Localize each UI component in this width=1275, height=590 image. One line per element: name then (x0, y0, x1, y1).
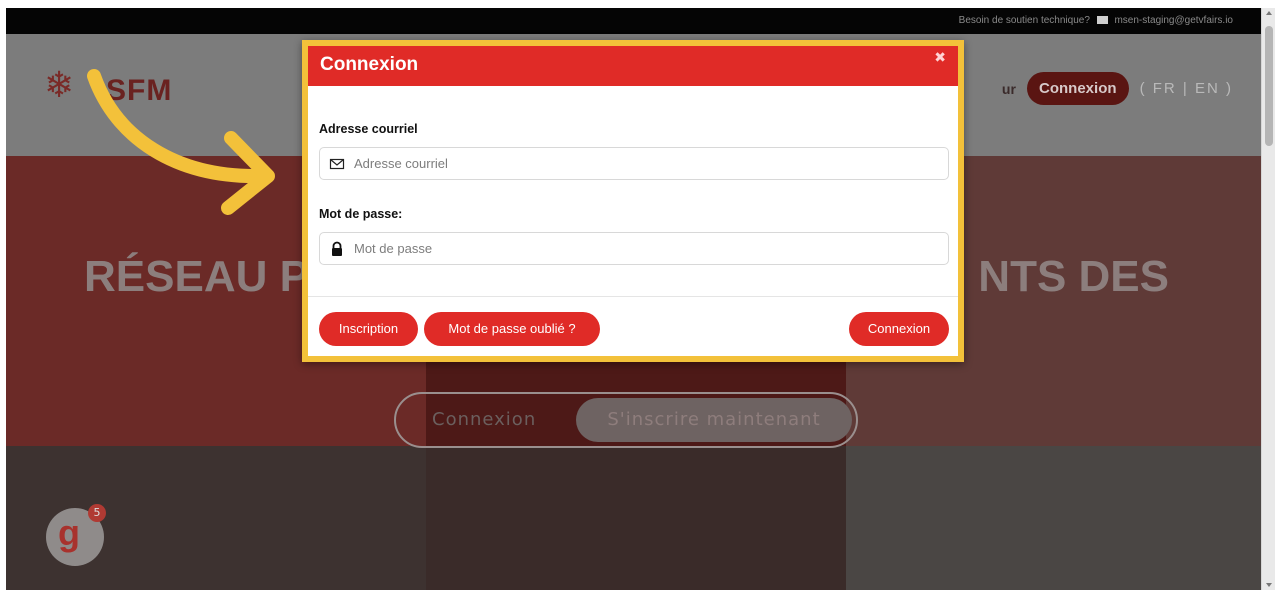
hero-cta-group: Connexion S'inscrire maintenant (394, 392, 858, 448)
scroll-down-arrow-icon[interactable] (1266, 583, 1272, 587)
envelope-icon (329, 158, 345, 170)
password-field[interactable] (319, 232, 949, 265)
modal-divider (308, 296, 958, 297)
support-info: Besoin de soutien technique? msen-stagin… (959, 15, 1233, 26)
browser-frame: Besoin de soutien technique? msen-stagin… (0, 0, 1275, 590)
hero-login-button[interactable]: Connexion (432, 409, 536, 430)
support-topbar: Besoin de soutien technique? msen-stagin… (6, 8, 1261, 34)
page-scrollbar[interactable] (1261, 8, 1275, 590)
modal-title: Connexion (320, 54, 419, 75)
submit-login-button[interactable]: Connexion (849, 312, 949, 346)
scroll-up-arrow-icon[interactable] (1266, 11, 1272, 15)
email-input[interactable] (354, 151, 934, 176)
email-label: Adresse courriel (319, 122, 418, 136)
hero-photo-5 (426, 446, 846, 590)
register-button[interactable]: Inscription (319, 312, 418, 346)
header-nav: ur Connexion ( FR | EN ) (1002, 72, 1233, 110)
support-text: Besoin de soutien technique? (958, 15, 1090, 26)
notification-badge: 5 (88, 504, 106, 522)
maple-leaf-icon: ❄ (44, 65, 75, 106)
header-login-button[interactable]: Connexion (1027, 72, 1129, 105)
lock-icon (332, 241, 342, 256)
forgot-password-button[interactable]: Mot de passe oublié ? (424, 312, 600, 346)
close-icon[interactable]: ✖ (934, 50, 946, 66)
pointer-arrow-annotation (87, 69, 275, 215)
login-modal: Connexion ✖ Adresse courriel Mot de pass… (302, 40, 964, 362)
hero-title-left: RÉSEAU P (84, 252, 309, 301)
support-email-link[interactable]: msen-staging@getvfairs.io (1114, 15, 1233, 26)
hero-title-right: NTS DES (978, 252, 1169, 301)
chat-widget-button[interactable]: g 5 (46, 504, 106, 566)
password-label: Mot de passe: (319, 207, 403, 221)
hero-photo-6 (846, 446, 1261, 590)
widget-logo-letter: g (58, 512, 80, 553)
mail-icon (1096, 16, 1108, 24)
nav-link-fragment[interactable]: ur (1002, 81, 1016, 97)
scrollbar-thumb[interactable] (1265, 26, 1273, 146)
password-input[interactable] (354, 236, 934, 261)
language-switch[interactable]: ( FR | EN ) (1140, 80, 1233, 97)
hero-signup-button[interactable]: S'inscrire maintenant (576, 398, 852, 442)
email-field[interactable] (319, 147, 949, 180)
modal-header: Connexion ✖ (308, 46, 958, 86)
